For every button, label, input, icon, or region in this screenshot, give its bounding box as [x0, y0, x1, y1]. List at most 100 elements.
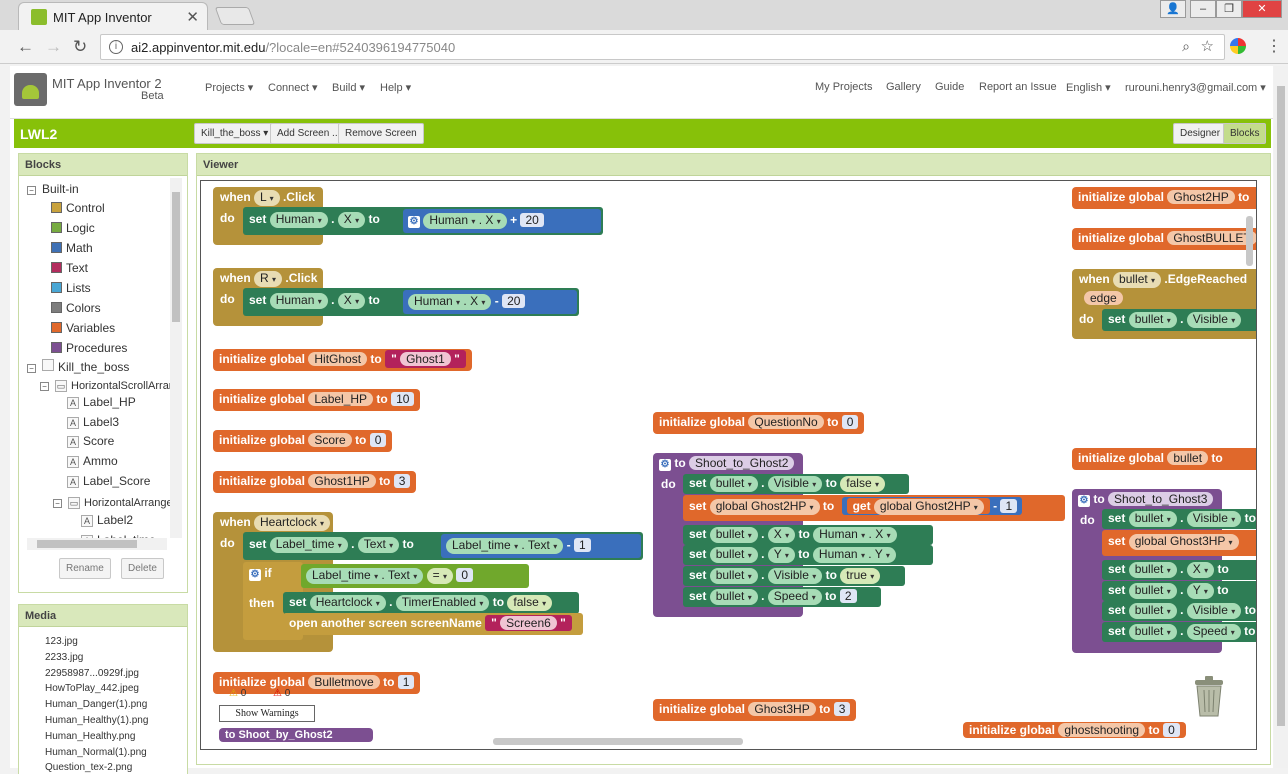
collapse-icon[interactable]: −	[53, 499, 62, 508]
delete-button[interactable]: Delete	[121, 558, 164, 579]
init-global-ghost2hp[interactable]: initialize global Ghost2HP to	[1072, 187, 1256, 209]
scroll-thumb[interactable]	[1277, 86, 1285, 726]
set-bullet-x-block[interactable]: set bullet ▾ . X ▾ to	[1102, 560, 1256, 580]
text-block[interactable]: " Screen6 "	[485, 615, 572, 631]
collapse-icon[interactable]: −	[27, 186, 36, 195]
media-file[interactable]: 123.jpg	[45, 636, 78, 647]
component-label3[interactable]: A Label3	[67, 414, 119, 430]
collapse-icon[interactable]: −	[40, 382, 49, 391]
page-vertical-scrollbar[interactable]	[1274, 66, 1288, 768]
property-dropdown[interactable]: Speed ▾	[767, 589, 822, 605]
component-dropdown[interactable]: bullet ▾	[1128, 312, 1177, 328]
property-dropdown[interactable]: Speed ▾	[1186, 624, 1241, 640]
property-dropdown[interactable]: Text ▾	[357, 537, 400, 553]
add-screen-button[interactable]: Add Screen ...	[270, 123, 348, 144]
component-dropdown[interactable]: bullet ▾	[709, 547, 758, 563]
component-dropdown[interactable]: Human ▾	[269, 293, 328, 309]
back-icon[interactable]: ←	[17, 37, 34, 57]
variable-name[interactable]: QuestionNo	[748, 415, 824, 429]
tree-screen[interactable]: − Kill_the_boss	[27, 359, 129, 375]
workspace-vertical-scroll-thumb[interactable]	[1246, 216, 1253, 266]
scroll-thumb[interactable]	[172, 192, 180, 322]
component-dropdown[interactable]: Heartclock ▾	[309, 595, 386, 611]
init-global-ghostbullet[interactable]: initialize global GhostBULLET	[1072, 228, 1256, 250]
variable-dropdown[interactable]: global Ghost2HP ▾	[709, 499, 820, 515]
tree-horizontal-scrollbar[interactable]	[27, 538, 167, 550]
getter-block[interactable]: Label_time ▾ . Text ▾	[306, 568, 424, 584]
media-file[interactable]: Human_Healthy.png	[45, 731, 135, 742]
site-info-icon[interactable]: i	[109, 40, 123, 54]
mutator-gear-icon[interactable]: ⚙	[249, 569, 261, 581]
number-literal[interactable]: 2	[839, 589, 857, 603]
component-dropdown[interactable]: bullet ▾	[1128, 511, 1177, 527]
rename-button[interactable]: Rename	[59, 558, 111, 579]
number-literal[interactable]: 0	[841, 415, 859, 429]
tree-harranger[interactable]: − ▭ HorizontalArranger	[53, 494, 176, 510]
component-label_hp[interactable]: A Label_HP	[67, 394, 136, 410]
property-dropdown[interactable]: X ▾	[767, 527, 796, 543]
text-block[interactable]: " Ghost1 "	[385, 350, 466, 368]
number-literal[interactable]: 20	[520, 213, 544, 227]
init-global-ghost3hp[interactable]: initialize global Ghost3HP to 3	[653, 699, 857, 721]
component-dropdown[interactable]: bullet ▾	[1128, 562, 1177, 578]
component-label2[interactable]: A Label2	[81, 512, 133, 528]
number-literal[interactable]: 3	[393, 474, 411, 488]
property-dropdown[interactable]: Visible ▾	[1186, 603, 1242, 619]
math-add-block[interactable]: ⚙ Human ▾ . X ▾ + 20	[403, 209, 601, 233]
variable-name[interactable]: Ghost2HP	[1167, 190, 1235, 204]
init-global-hitghost[interactable]: initialize global HitGhost to " Ghost1 "	[213, 349, 472, 371]
variable-name[interactable]: bullet	[1167, 451, 1209, 465]
tree-builtin[interactable]: − Built-in	[27, 181, 79, 197]
collapse-icon[interactable]: −	[27, 364, 36, 373]
set-bullet-y-block[interactable]: set bullet ▾ . Y ▾ to	[1102, 581, 1256, 601]
component-dropdown[interactable]: bullet ▾	[709, 527, 758, 543]
extension-icon[interactable]	[1230, 38, 1246, 54]
getter-block[interactable]: Label_time ▾ . Text ▾	[446, 538, 564, 554]
tab-close-icon[interactable]: ✕	[186, 8, 199, 26]
set-global-ghost3hp-block[interactable]: set global Ghost3HP ▾	[1102, 530, 1256, 556]
component-ammo[interactable]: A Ammo	[67, 453, 118, 469]
remove-screen-button[interactable]: Remove Screen	[338, 123, 424, 144]
component-dropdown[interactable]: bullet ▾	[1113, 272, 1162, 288]
property-dropdown[interactable]: X ▾	[1186, 562, 1215, 578]
mutator-gear-icon[interactable]: ⚙	[659, 459, 671, 471]
menu-connect[interactable]: Connect ▾	[268, 81, 318, 94]
link-my-projects[interactable]: My Projects	[815, 81, 872, 93]
getter-block[interactable]: Human ▾ . Y ▾	[812, 547, 896, 563]
minimize-icon[interactable]: –	[1190, 0, 1216, 18]
component-dropdown[interactable]: Human ▾	[269, 212, 328, 228]
boolean-block[interactable]: false ▾	[507, 595, 553, 611]
media-file[interactable]: Human_Normal(1).png	[45, 747, 147, 758]
operator-dropdown[interactable]: = ▾	[426, 568, 453, 584]
media-file[interactable]: Human_Danger(1).png	[45, 699, 147, 710]
set-bullet-y-block[interactable]: set bullet ▾ . Y ▾ to Human ▾ . Y ▾	[683, 545, 933, 565]
property-dropdown[interactable]: Visible ▾	[767, 476, 823, 492]
text-literal[interactable]: Screen6	[500, 616, 557, 630]
property-dropdown[interactable]: Visible ▾	[1186, 511, 1242, 527]
variable-name[interactable]: Label_HP	[308, 392, 374, 406]
set-bullet-speed-block[interactable]: set bullet ▾ . Speed ▾ to 2	[683, 587, 881, 607]
builtin-category-colors[interactable]: Colors	[51, 300, 101, 316]
link-report-issue[interactable]: Report an Issue	[979, 81, 1057, 93]
tree-hscroll[interactable]: − ▭ HorizontalScrollArran	[40, 377, 175, 393]
init-global-score[interactable]: initialize global Score to 0	[213, 430, 393, 452]
window-close-icon[interactable]: ✕	[1242, 0, 1282, 18]
property-dropdown[interactable]: Visible ▾	[767, 568, 823, 584]
variable-name[interactable]: Ghost1HP	[308, 474, 376, 488]
builtin-category-lists[interactable]: Lists	[51, 280, 91, 296]
set-bullet-x-block[interactable]: set bullet ▾ . X ▾ to Human ▾ . X ▾	[683, 525, 933, 545]
property-dropdown[interactable]: TimerEnabled ▾	[395, 595, 490, 611]
set-heartclock-timerenabled-block[interactable]: set Heartclock ▾ . TimerEnabled ▾ to fal…	[283, 592, 579, 614]
set-bullet-visible-block[interactable]: set bullet ▾ . Visible ▾	[1102, 309, 1256, 331]
media-file[interactable]: 22958987...0929f.jpg	[45, 668, 139, 679]
link-guide[interactable]: Guide	[935, 81, 964, 93]
menu-build[interactable]: Build ▾	[332, 81, 365, 94]
component-dropdown[interactable]: bullet ▾	[709, 568, 758, 584]
procedure-name[interactable]: Shoot_to_Ghost2	[689, 456, 795, 470]
boolean-block[interactable]: true ▾	[840, 568, 881, 584]
init-global-bullet[interactable]: initialize global bullet to	[1072, 448, 1256, 470]
number-literal[interactable]: 20	[502, 294, 526, 308]
show-warnings-button[interactable]: Show Warnings	[219, 705, 315, 722]
property-dropdown[interactable]: X ▾	[337, 212, 366, 228]
property-dropdown[interactable]: Y ▾	[1186, 583, 1214, 599]
